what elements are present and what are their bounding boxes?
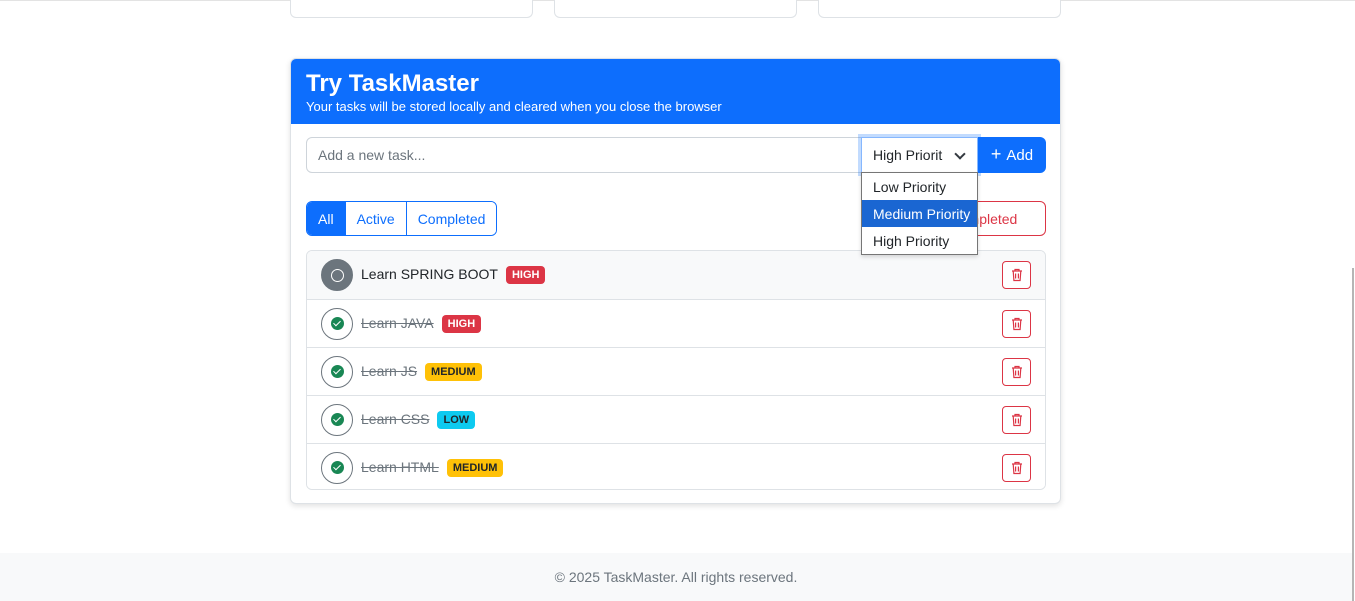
delete-task-button[interactable] xyxy=(1002,453,1031,482)
add-task-button[interactable]: + Add xyxy=(978,137,1046,173)
task-row: Learn JS MEDIUM xyxy=(307,347,1045,395)
feature-card xyxy=(818,0,1061,18)
priority-option-medium[interactable]: Medium Priority xyxy=(862,200,977,227)
task-list: Learn SPRING BOOT HIGH Learn JAVA HIGH Learn… xyxy=(306,250,1046,490)
footer: © 2025 TaskMaster. All rights reserved. xyxy=(0,553,1352,601)
card-header: Try TaskMaster Your tasks will be stored… xyxy=(291,59,1060,124)
check-circle-icon xyxy=(330,461,344,474)
check-circle-icon xyxy=(330,413,344,426)
task-row: Learn JAVA HIGH xyxy=(307,299,1045,347)
card-title: Try TaskMaster xyxy=(306,70,479,97)
task-toggle-button[interactable] xyxy=(321,307,353,340)
task-row: Learn CSS LOW xyxy=(307,395,1045,443)
taskmaster-demo-card: Try TaskMaster Your tasks will be stored… xyxy=(290,58,1061,504)
scrollbar[interactable] xyxy=(1352,268,1354,601)
task-label: Learn HTML xyxy=(361,458,439,475)
task-item: Learn CSS LOW xyxy=(361,410,476,429)
add-button-label: Add xyxy=(1006,146,1034,164)
trash-icon xyxy=(1011,268,1023,282)
task-toggle-button[interactable] xyxy=(321,451,353,484)
check-circle-icon xyxy=(330,317,344,330)
task-label: Learn CSS xyxy=(361,410,430,427)
feature-card xyxy=(290,0,533,18)
task-label: Learn JS xyxy=(361,362,418,379)
task-label: Learn SPRING BOOT xyxy=(361,266,498,282)
new-task-input[interactable] xyxy=(306,137,862,173)
circle-icon xyxy=(330,268,344,282)
task-toggle-button[interactable] xyxy=(321,403,353,436)
priority-badge: HIGH xyxy=(441,314,482,333)
priority-badge: LOW xyxy=(437,410,476,429)
filter-group: All Active Completed xyxy=(306,201,498,236)
check-circle-icon xyxy=(330,365,344,378)
delete-task-button[interactable] xyxy=(1002,357,1031,386)
priority-select[interactable]: High Priorit xyxy=(861,137,978,173)
trash-icon xyxy=(1011,317,1023,331)
priority-option-low[interactable]: Low Priority xyxy=(862,173,977,200)
plus-icon: + xyxy=(990,144,1002,164)
priority-badge: HIGH xyxy=(505,266,546,284)
task-row: Learn SPRING BOOT HIGH xyxy=(307,251,1045,299)
task-item: Learn JAVA HIGH xyxy=(361,314,482,333)
footer-copyright: © 2025 TaskMaster. All rights reserved. xyxy=(554,569,798,585)
priority-select-value: High Priorit xyxy=(873,147,943,163)
trash-icon xyxy=(1011,413,1023,427)
card-subtitle: Your tasks will be stored locally and cl… xyxy=(306,99,722,114)
trash-icon xyxy=(1011,365,1023,379)
task-item: Learn HTML MEDIUM xyxy=(361,458,504,477)
task-row: Learn HTML MEDIUM xyxy=(307,443,1045,489)
filter-active-button[interactable]: Active xyxy=(344,202,406,235)
page: Try TaskMaster Your tasks will be stored… xyxy=(0,0,1355,601)
delete-task-button[interactable] xyxy=(1002,309,1031,338)
trash-icon xyxy=(1011,461,1023,475)
priority-badge: MEDIUM xyxy=(425,362,482,381)
task-label: Learn JAVA xyxy=(361,314,434,331)
filter-completed-button[interactable]: Completed xyxy=(405,202,497,235)
priority-dropdown-menu: Low Priority Medium Priority High Priori… xyxy=(861,172,978,255)
task-item: Learn JS MEDIUM xyxy=(361,362,482,381)
chevron-down-icon xyxy=(954,148,966,160)
priority-option-high[interactable]: High Priority xyxy=(862,227,977,254)
delete-task-button[interactable] xyxy=(1002,261,1031,289)
feature-card xyxy=(554,0,797,18)
task-item: Learn SPRING BOOT HIGH xyxy=(361,266,546,284)
task-toggle-button[interactable] xyxy=(321,259,353,291)
delete-task-button[interactable] xyxy=(1002,405,1031,434)
task-toggle-button[interactable] xyxy=(321,355,353,388)
priority-badge: MEDIUM xyxy=(446,458,504,477)
filter-all-button[interactable]: All xyxy=(307,202,345,235)
